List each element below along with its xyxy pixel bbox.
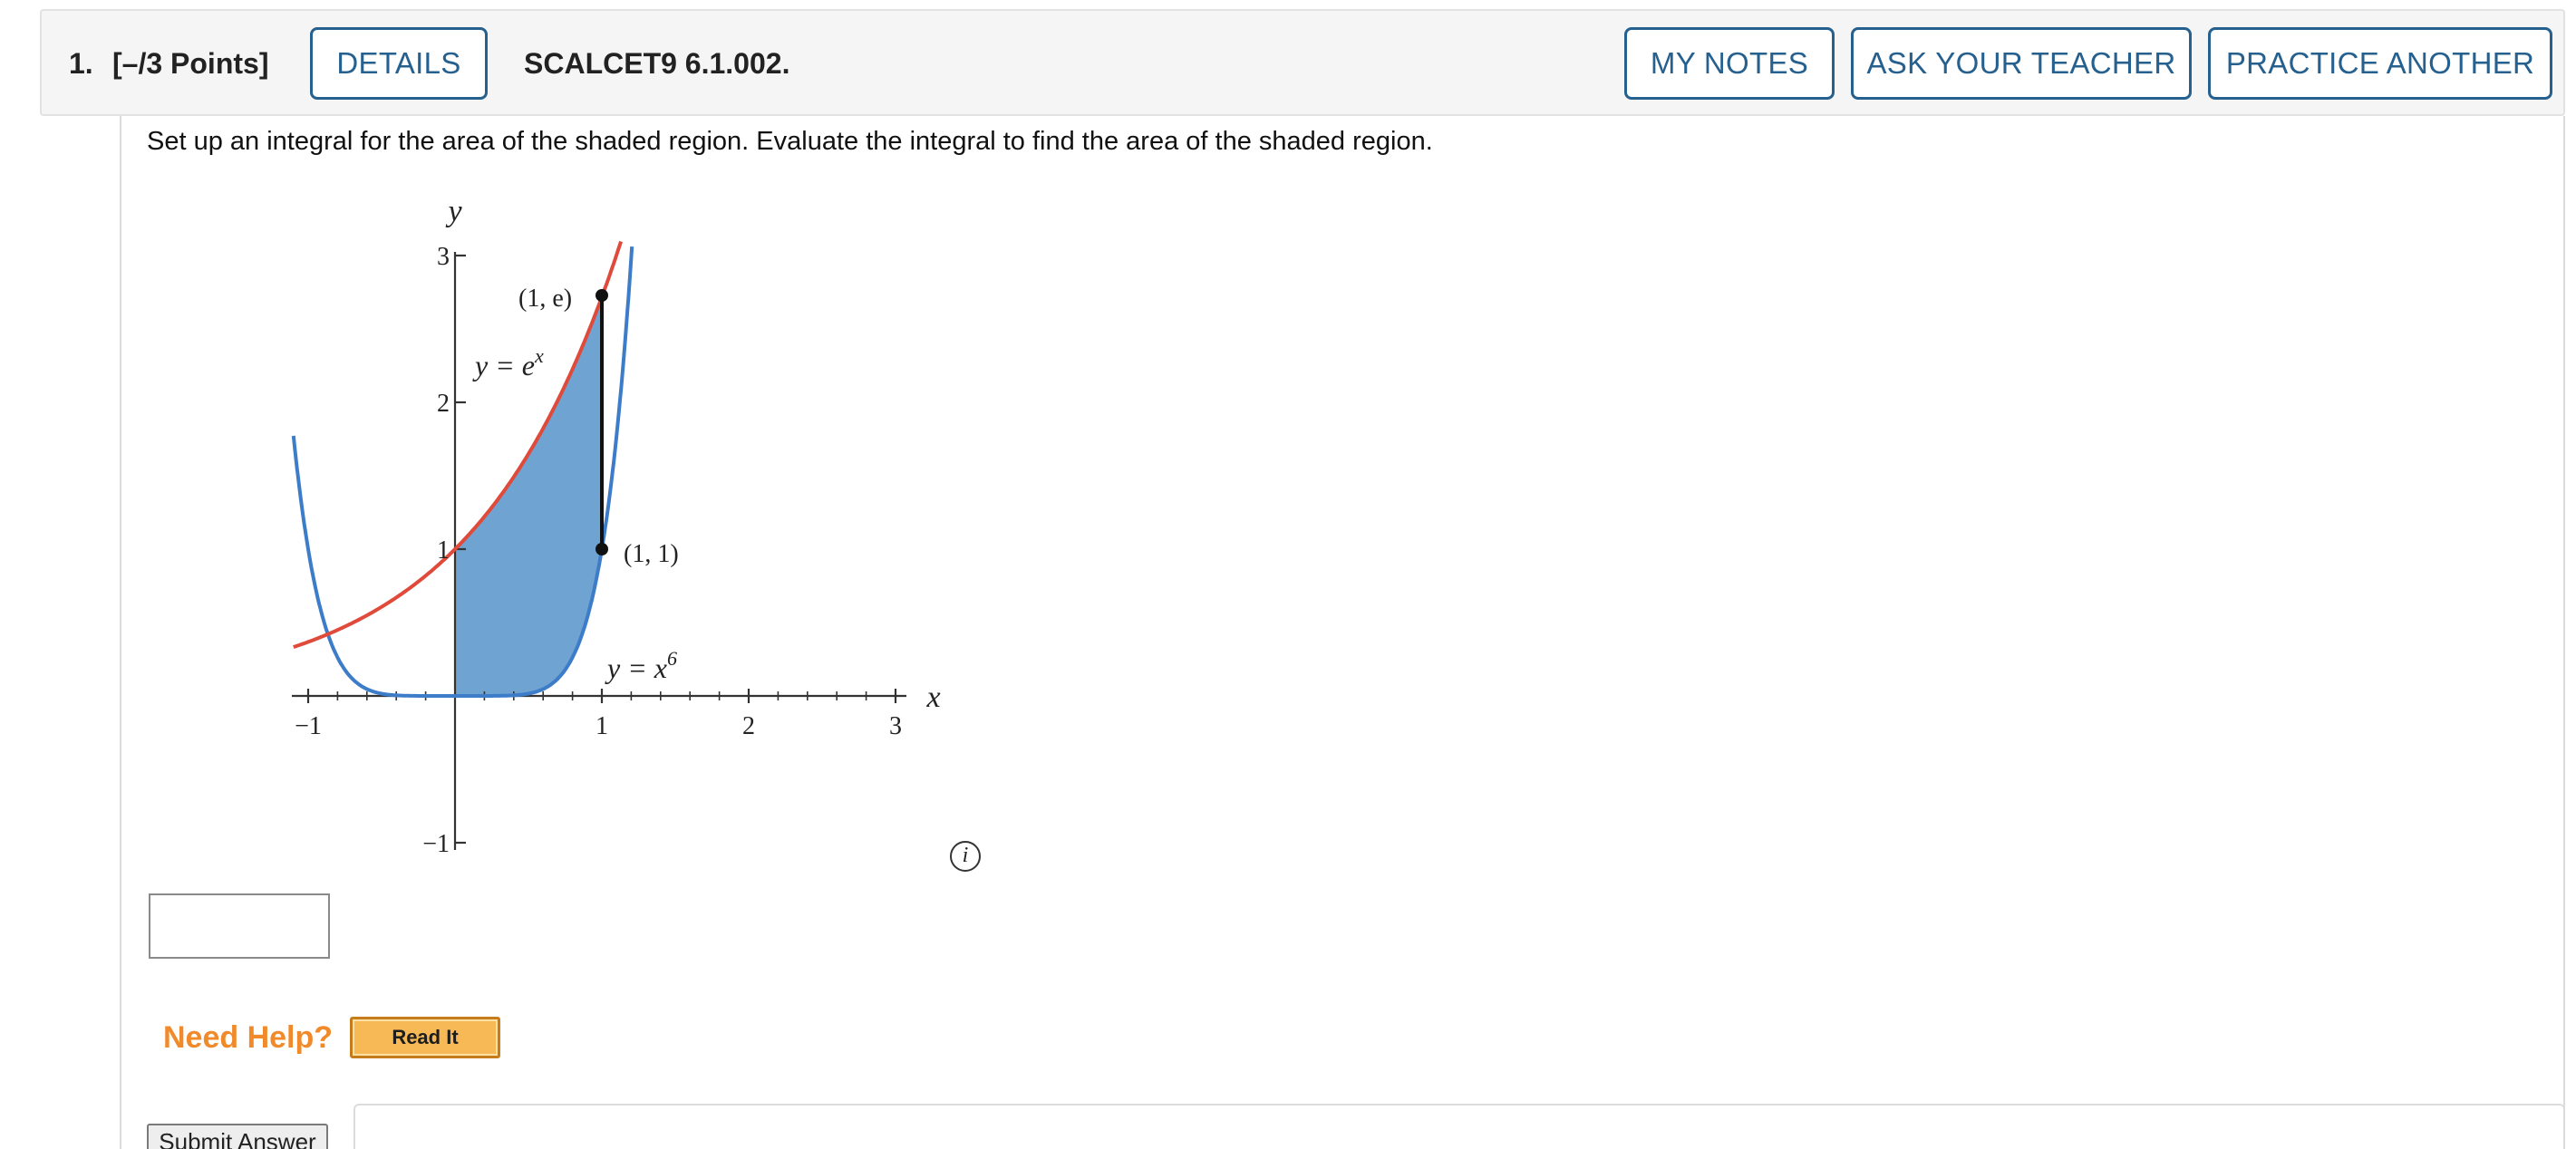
y-tick-label: 1	[437, 536, 450, 565]
read-it-button[interactable]: Read It	[350, 1017, 500, 1058]
details-button[interactable]: DETAILS	[310, 27, 488, 100]
y-tick-label: −1	[422, 830, 450, 858]
y-tick-label: 2	[437, 390, 450, 418]
x-tick-label: −1	[295, 712, 322, 740]
point-top	[596, 289, 608, 302]
power-curve-label: y = x6	[605, 647, 677, 684]
point-top-label: (1, e)	[518, 285, 572, 313]
exp-curve-label: y = ex	[472, 344, 544, 381]
question-prompt: Set up an integral for the area of the s…	[147, 127, 1433, 156]
bottom-panel	[353, 1104, 2565, 1149]
y-tick-label: 3	[437, 243, 450, 271]
my-notes-button[interactable]: MY NOTES	[1624, 27, 1835, 100]
ask-your-teacher-button[interactable]: ASK YOUR TEACHER	[1851, 27, 2192, 100]
y-axis-label: y	[445, 195, 462, 228]
need-help-label: Need Help?	[163, 1020, 334, 1055]
x-tick-label: 3	[889, 712, 902, 740]
point-bottom-label: (1, 1)	[624, 540, 679, 568]
question-points: [–/3 Points]	[112, 47, 269, 80]
x-tick-label: 2	[742, 712, 755, 740]
question-code: SCALCET9 6.1.002.	[524, 47, 790, 80]
question-number: 1.	[69, 47, 93, 80]
answer-input[interactable]	[149, 893, 330, 959]
area-graph: −1 1 2 3 3 2 1 −1 y x y = ex y = x6 (1, …	[291, 195, 941, 858]
question-header: 1. [–/3 Points] DETAILS SCALCET9 6.1.002…	[40, 9, 2565, 116]
point-bottom	[596, 543, 608, 555]
submit-answer-button[interactable]: Submit Answer	[147, 1124, 328, 1149]
info-icon[interactable]: i	[950, 841, 981, 872]
practice-another-button[interactable]: PRACTICE ANOTHER	[2208, 27, 2552, 100]
x-axis-label: x	[925, 681, 940, 714]
x-tick-label: 1	[596, 712, 608, 740]
